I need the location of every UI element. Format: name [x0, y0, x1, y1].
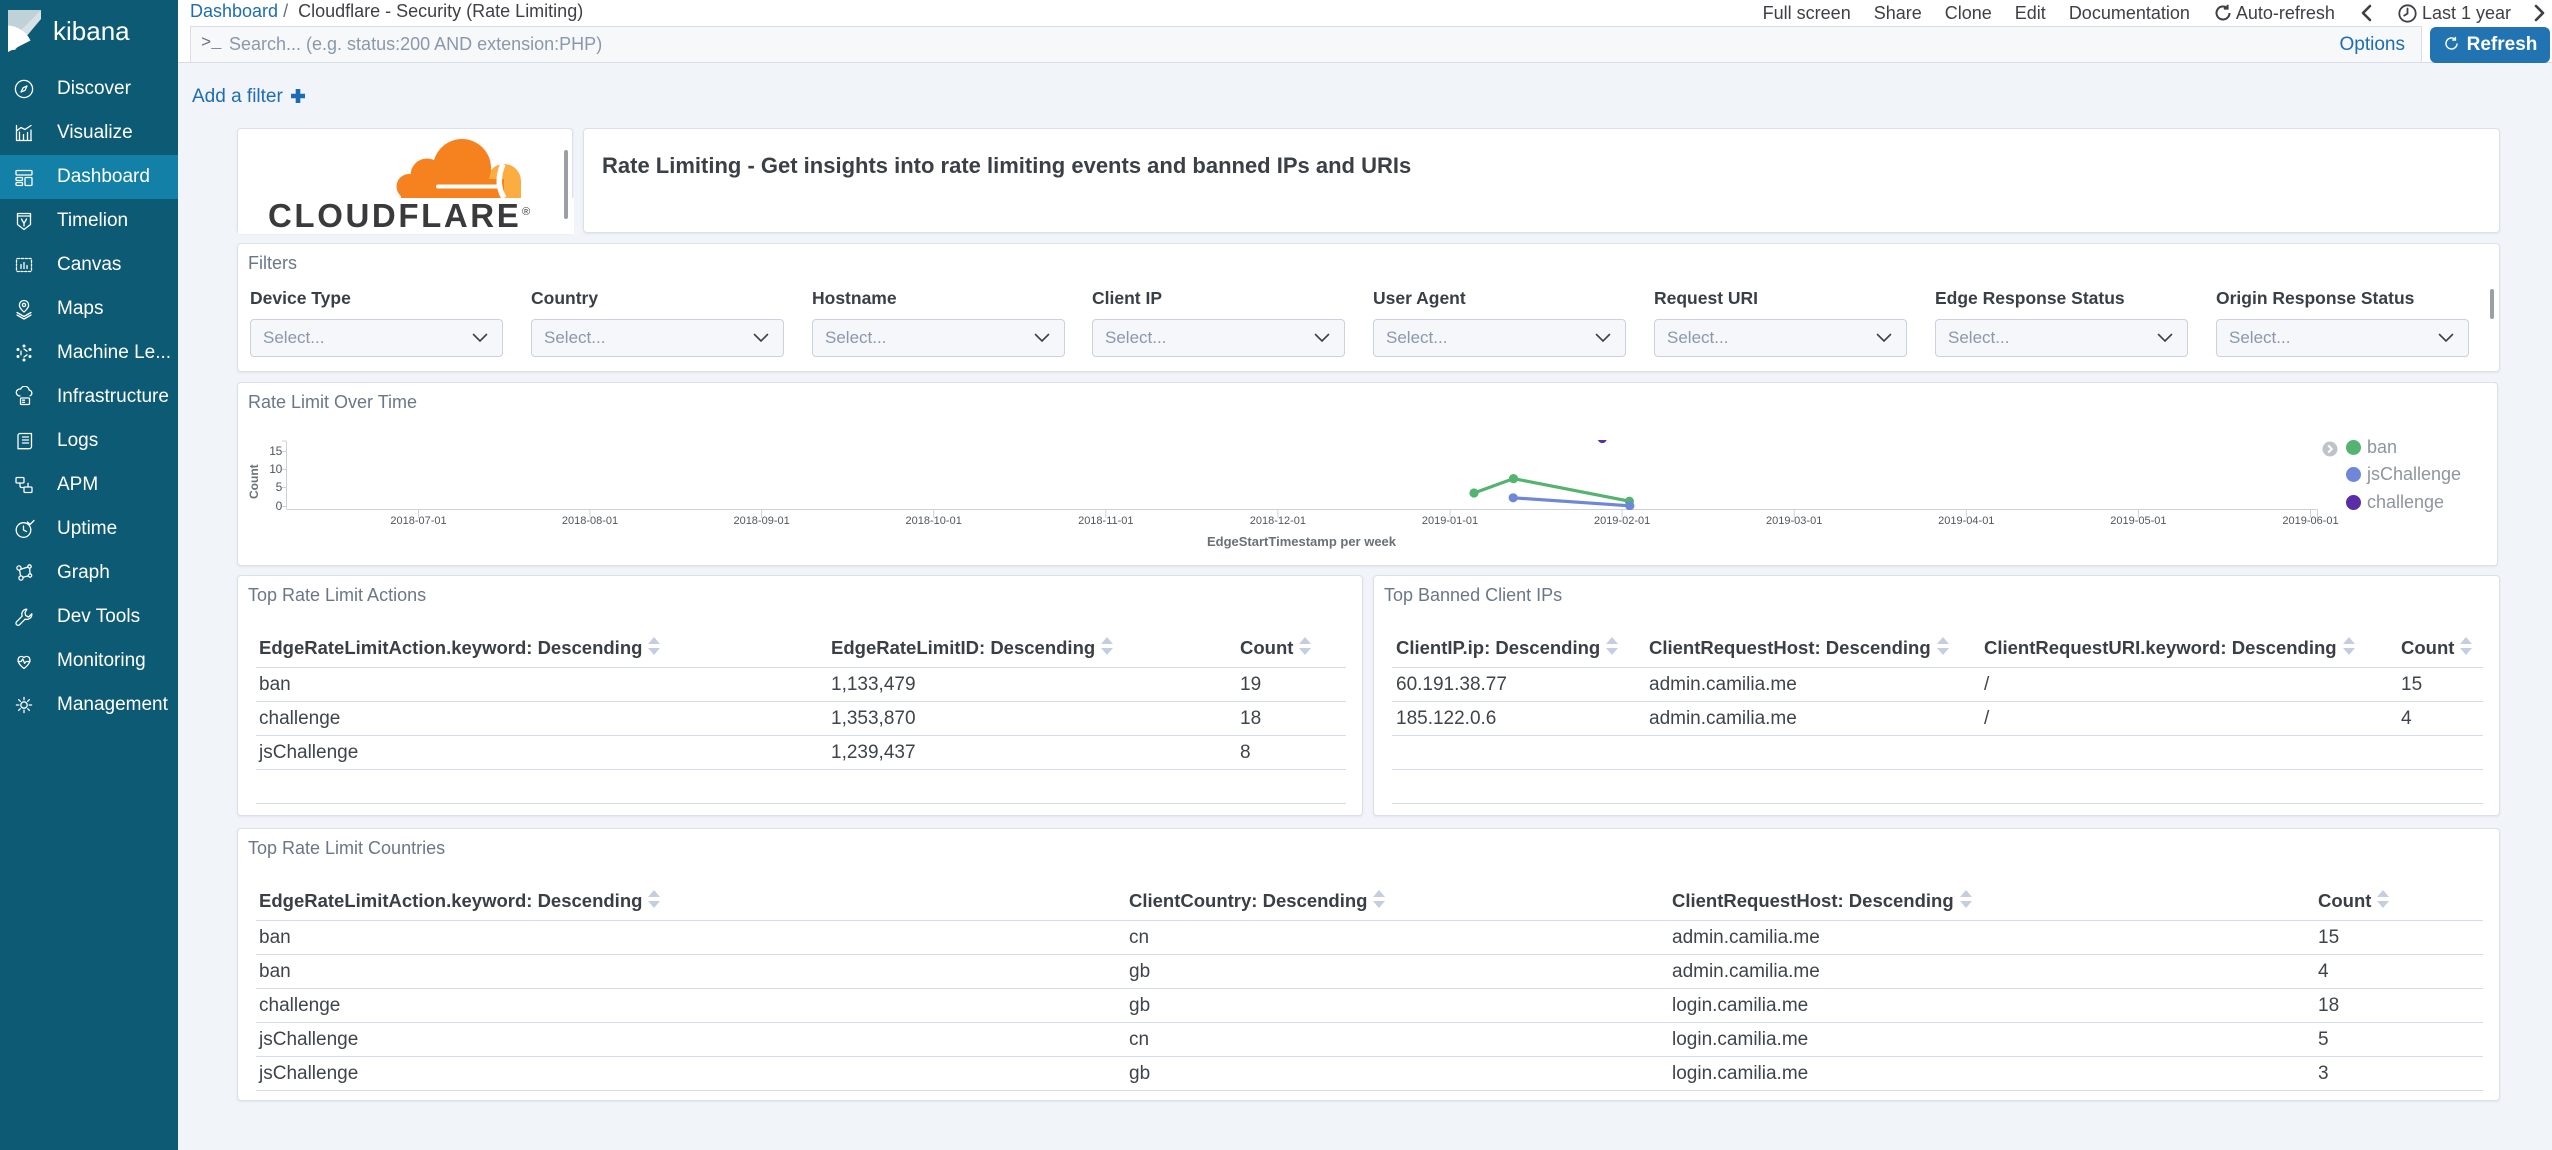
svg-text:CLOUDFLARE: CLOUDFLARE	[268, 197, 521, 234]
svg-text:®: ®	[522, 206, 530, 218]
